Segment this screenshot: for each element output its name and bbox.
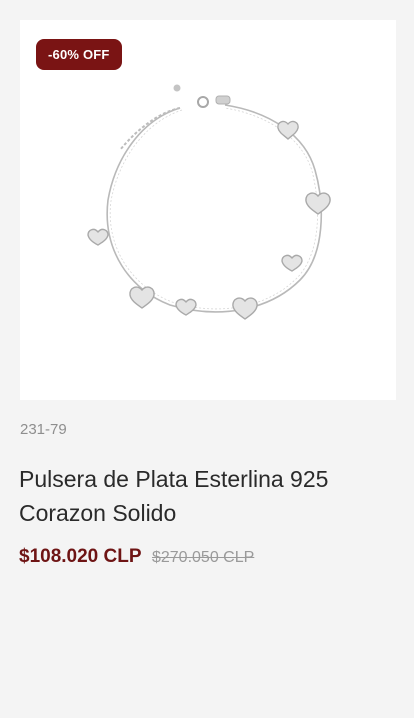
product-card[interactable]: -60% OFF 231-79 Pulsera de Plata Esterli… (0, 0, 414, 718)
product-image[interactable] (20, 20, 396, 400)
price-row: $108.020 CLP $270.050 CLP (19, 546, 254, 568)
bracelet-image (87, 84, 331, 320)
discount-badge: -60% OFF (36, 39, 122, 70)
product-title[interactable]: Pulsera de Plata Esterlina 925 Corazon S… (19, 462, 399, 530)
original-price: $270.050 CLP (151, 549, 255, 566)
product-sku: 231-79 (20, 421, 67, 438)
sale-price: $108.020 CLP (19, 546, 142, 567)
